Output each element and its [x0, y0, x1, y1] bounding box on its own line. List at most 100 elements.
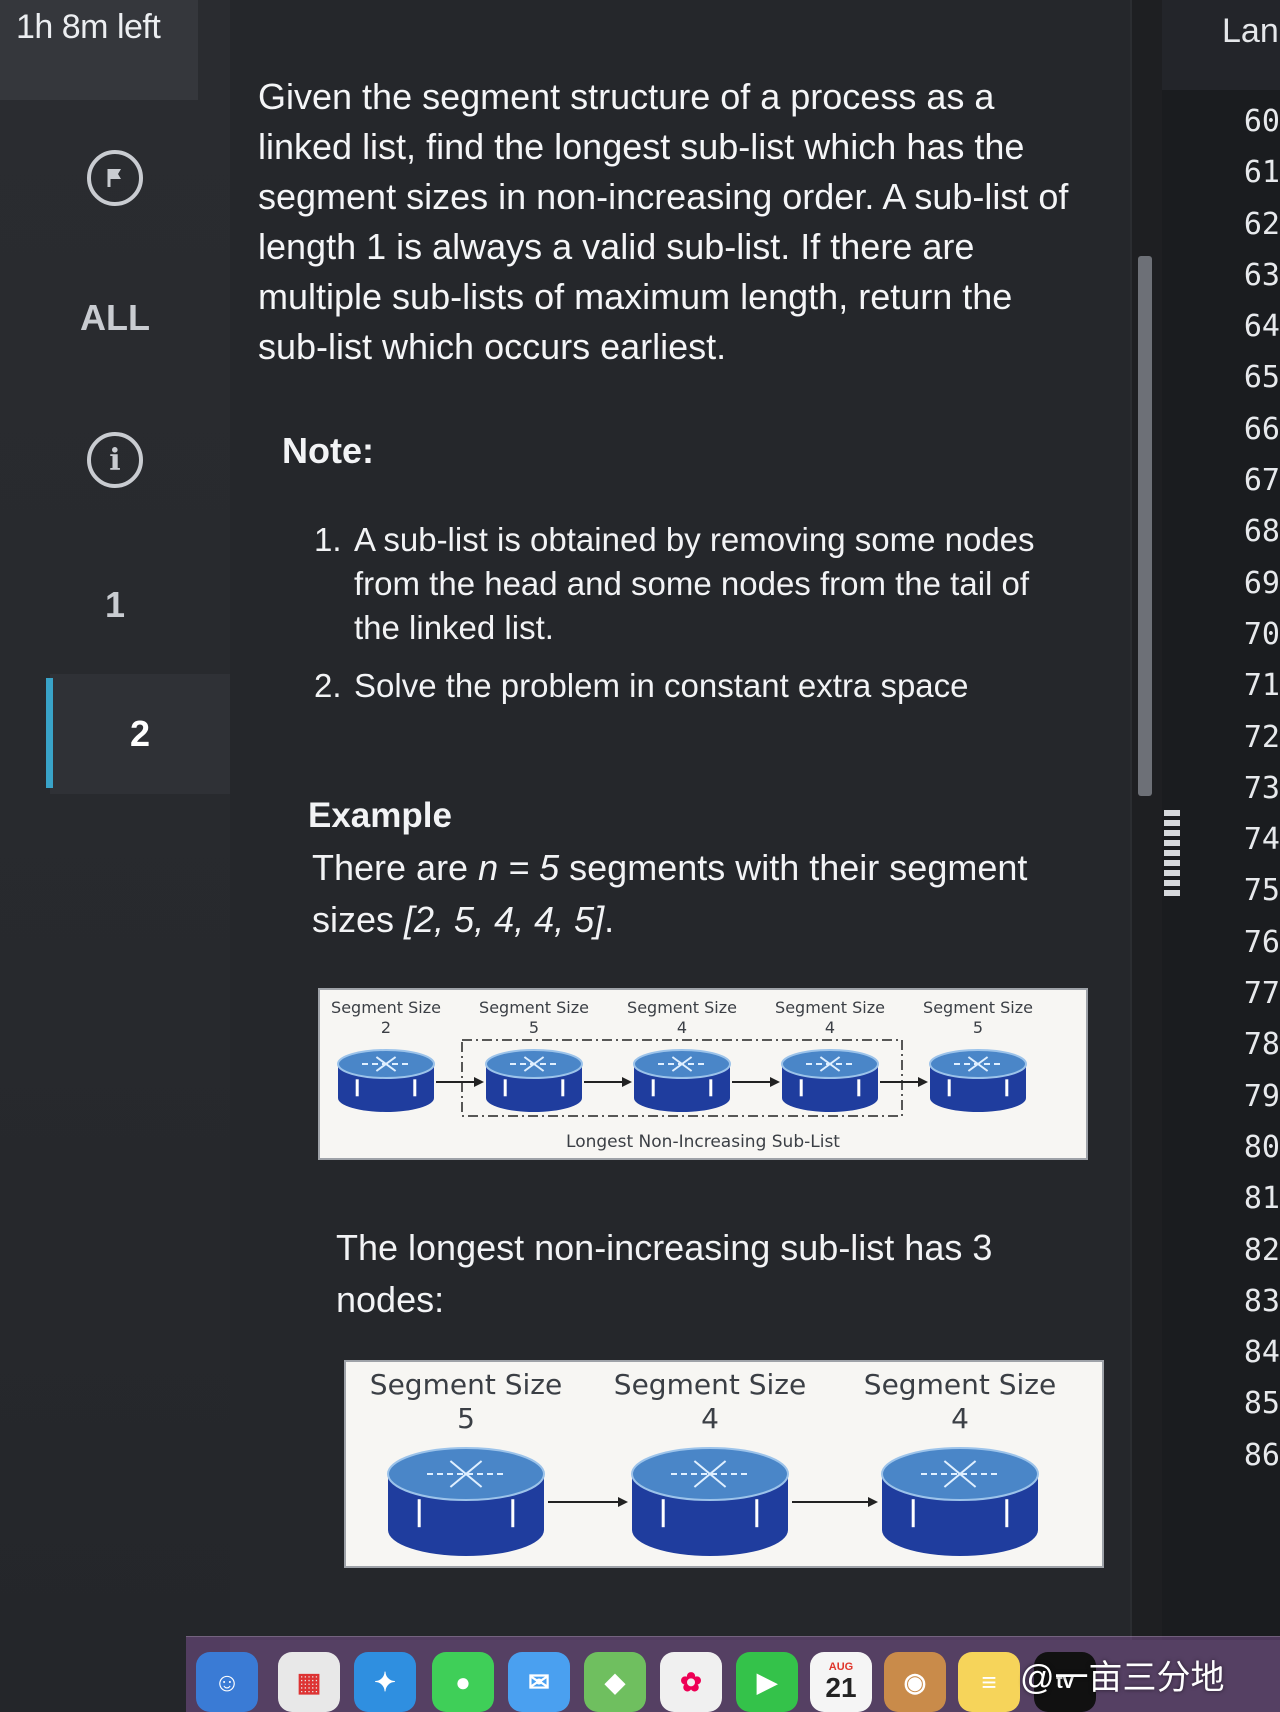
segment-label-title: Segment Size — [331, 998, 441, 1017]
safari-icon[interactable]: ✦ — [354, 1652, 416, 1712]
sidebar-item-question-1-label: 1 — [104, 584, 126, 625]
segment-label: Segment Size 4 — [860, 1368, 1060, 1436]
link-arrow — [732, 1077, 780, 1087]
finder-icon[interactable]: ☺ — [196, 1652, 258, 1712]
calendar-icon[interactable]: AUG 21 — [810, 1652, 872, 1712]
segment-disk — [929, 1049, 1027, 1112]
segment-label-title: Segment Size — [863, 1368, 1057, 1401]
line-number: 67 — [1243, 463, 1280, 499]
line-number: 83 — [1243, 1283, 1280, 1319]
line-number: 86 — [1243, 1437, 1280, 1473]
calendar-day: 21 — [825, 1672, 857, 1703]
flag-icon — [87, 150, 143, 206]
link-arrow — [436, 1077, 484, 1087]
contacts-icon[interactable]: ◉ — [884, 1652, 946, 1712]
segment-size-value: 5 — [528, 1018, 540, 1037]
segment-size-value: 4 — [701, 1402, 719, 1435]
example-text: There are n = 5 segments with their segm… — [312, 842, 1072, 946]
language-selector[interactable]: Lan — [1222, 12, 1279, 51]
line-number: 70 — [1243, 616, 1280, 652]
maps-icon[interactable]: ◆ — [584, 1652, 646, 1712]
sidebar-item-question-1[interactable]: 1 — [0, 545, 230, 665]
segment-disk — [631, 1447, 789, 1556]
notes-icon[interactable]: ≡ — [958, 1652, 1020, 1712]
result-text: The longest non-increasing sub-list has … — [336, 1227, 993, 1320]
link-arrow — [584, 1077, 632, 1087]
line-number: 85 — [1243, 1386, 1280, 1422]
figure-caption: Longest Non-Increasing Sub-List — [566, 1132, 840, 1152]
segment-label: Segment Size 5 — [469, 998, 599, 1038]
line-number: 68 — [1243, 514, 1280, 550]
active-indicator — [46, 678, 53, 788]
line-number: 63 — [1243, 257, 1280, 293]
line-number: 71 — [1243, 668, 1280, 704]
segment-disk — [781, 1049, 879, 1112]
line-number: 79 — [1243, 1078, 1280, 1114]
segment-disk — [881, 1447, 1039, 1556]
problem-panel: Given the segment structure of a process… — [230, 0, 1130, 1640]
link-arrow — [792, 1497, 878, 1507]
segment-size-value: 5 — [457, 1402, 475, 1435]
example-figure-linked-list: Segment Size 2 Segment Size 5 Segment Size 4 S… — [318, 988, 1088, 1160]
scrollbar-thumb[interactable] — [1138, 256, 1152, 796]
mail-icon[interactable]: ✉ — [508, 1652, 570, 1712]
note-text: Solve the problem in constant extra spac… — [354, 667, 969, 704]
line-number: 76 — [1243, 924, 1280, 960]
problem-statement: Given the segment structure of a process… — [258, 76, 1069, 367]
note-item: 1. A sub-list is obtained by removing so… — [314, 518, 1074, 650]
line-number: 78 — [1243, 1027, 1280, 1063]
line-number: 65 — [1243, 360, 1280, 396]
line-numbers-gutter: 60 61 62 63 64 65 66 67 68 69 70 71 72 73 74 75 76 77 78 79… — [1214, 96, 1280, 1476]
segment-disk — [485, 1049, 583, 1112]
info-icon: i — [87, 432, 143, 488]
scrollbar-track[interactable] — [1132, 0, 1162, 1640]
line-number: 72 — [1243, 719, 1280, 755]
example-pre: There are — [312, 847, 479, 888]
link-arrow — [880, 1077, 928, 1087]
line-number: 64 — [1243, 309, 1280, 345]
segment-label-title: Segment Size — [775, 998, 885, 1017]
segment-label-title: Segment Size — [613, 1368, 807, 1401]
facetime-icon[interactable]: ▶ — [736, 1652, 798, 1712]
line-number: 60 — [1243, 104, 1280, 139]
sidebar-item-question-2[interactable]: 2 — [50, 674, 230, 794]
sidebar-item-question-2-label: 2 — [129, 713, 151, 754]
segment-label: Segment Size 5 — [913, 998, 1043, 1038]
segment-size-value: 4 — [824, 1018, 836, 1037]
info-button[interactable]: i — [0, 400, 230, 520]
note-text: A sub-list is obtained by removing some … — [354, 521, 1035, 646]
line-number: 69 — [1243, 565, 1280, 601]
line-number: 62 — [1243, 206, 1280, 242]
left-rail: 1h 8m left ALL i 1 2 — [0, 0, 230, 1712]
segment-disk — [337, 1049, 435, 1112]
line-number: 80 — [1243, 1129, 1280, 1165]
segment-label: Segment Size 2 — [321, 998, 451, 1038]
note-item: 2. Solve the problem in constant extra s… — [314, 664, 1074, 708]
segment-disk — [633, 1049, 731, 1112]
line-number: 74 — [1243, 822, 1280, 858]
note-number: 1. — [314, 521, 342, 558]
segment-label-title: Segment Size — [369, 1368, 563, 1401]
line-number: 81 — [1243, 1181, 1280, 1217]
segment-disk — [387, 1447, 545, 1556]
flag-button[interactable] — [0, 118, 230, 238]
line-number: 66 — [1243, 411, 1280, 447]
messages-icon[interactable]: ● — [432, 1652, 494, 1712]
segment-size-value: 5 — [972, 1018, 984, 1037]
segment-label: Segment Size 5 — [366, 1368, 566, 1436]
segment-label: Segment Size 4 — [765, 998, 895, 1038]
segment-size-value: 2 — [380, 1018, 392, 1037]
note-heading: Note: — [282, 430, 374, 471]
timer-box: 1h 8m left — [0, 0, 198, 100]
timer-text: 1h 8m left — [16, 8, 161, 46]
launchpad-icon[interactable]: ▦ — [278, 1652, 340, 1712]
line-number: 75 — [1243, 873, 1280, 909]
photos-icon[interactable]: ✿ — [660, 1652, 722, 1712]
sidebar-item-all[interactable]: ALL — [0, 258, 230, 378]
result-figure-linked-list: Segment Size 5 Segment Size 4 Segment Size 4 — [344, 1360, 1104, 1568]
link-arrow — [548, 1497, 628, 1507]
pane-resize-handle[interactable] — [1164, 810, 1180, 896]
segment-label-title: Segment Size — [923, 998, 1033, 1017]
note-list: 1. A sub-list is obtained by removing so… — [314, 518, 1074, 722]
line-number: 73 — [1243, 770, 1280, 806]
